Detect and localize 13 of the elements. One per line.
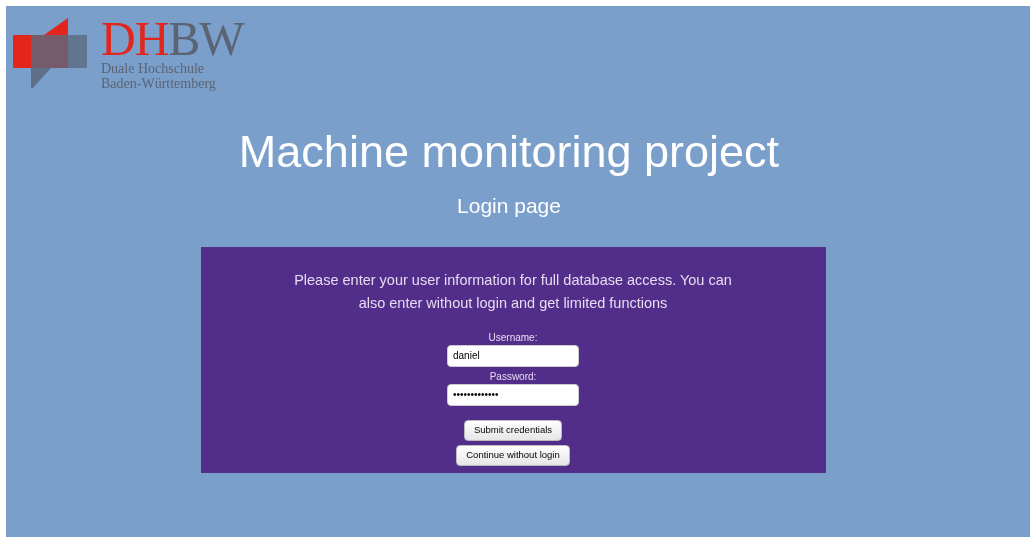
logo-icon [13,18,87,88]
logo-text: Duale Hochschule [101,61,206,76]
page-title: Machine monitoring project [238,125,780,179]
field-label: Password: [489,370,537,383]
logo-text: Baden-Württemberg [101,76,217,91]
action-button[interactable]: Submit credentials [463,419,563,441]
action-button[interactable]: Continue without login [456,444,570,466]
page-subtitle: Login page [457,193,561,219]
field-label: Username: [488,331,538,344]
instruction-text: Please enter your user information for full database access. You can also enter without login and get limited functions [293,270,733,313]
text-field[interactable]: daniel [447,344,579,367]
logo-wordmark: DHBW [101,17,244,61]
text-field[interactable]: ••••••••••••• [447,383,579,406]
